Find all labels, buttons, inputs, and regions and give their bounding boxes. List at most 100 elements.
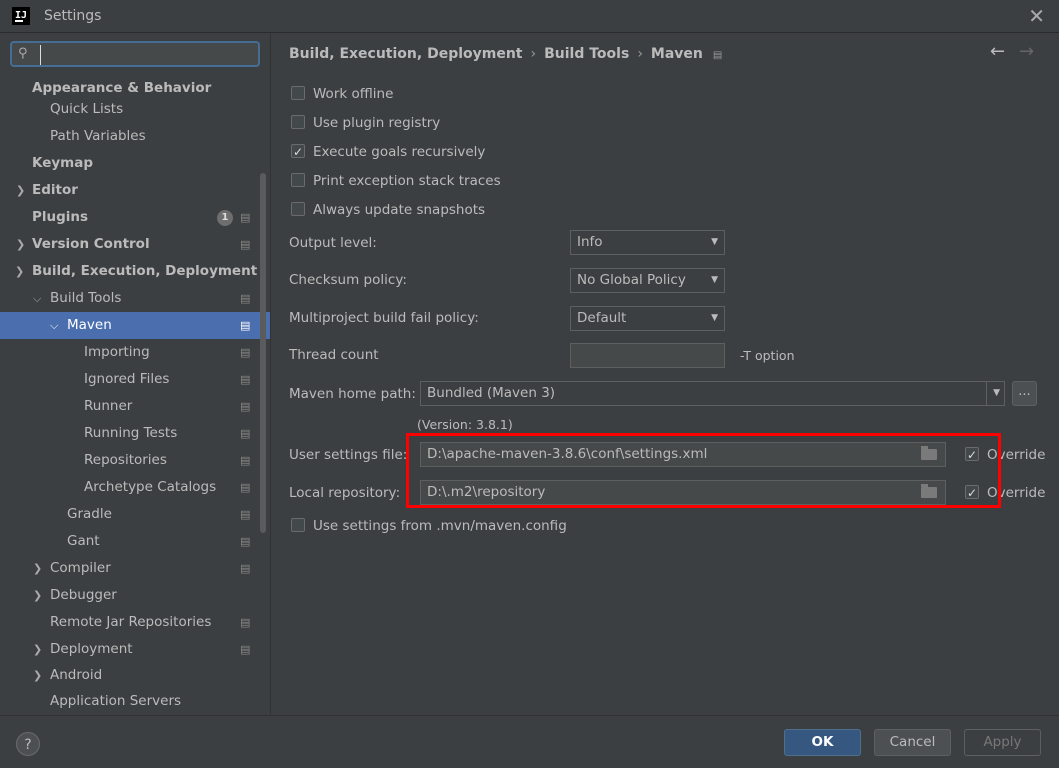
sidebar-item-label: Maven (67, 317, 112, 333)
project-level-icon: ▤ (240, 508, 251, 521)
chevron-right-icon[interactable]: ❯ (33, 555, 42, 582)
sidebar-item-plugins[interactable]: Plugins 1 ▤ (0, 204, 262, 231)
sidebar-item-build-execution-deployment[interactable]: ❯ Build, Execution, Deployment (0, 258, 262, 285)
checksum-policy-dropdown[interactable]: No Global Policy ▼ (570, 268, 725, 293)
sidebar-item-deployment[interactable]: ❯ Deployment ▤ (0, 636, 262, 663)
dropdown-value: Info (577, 234, 603, 250)
checkbox-label: Use settings from .mvn/maven.config (313, 518, 567, 534)
chevron-right-icon[interactable]: ❯ (16, 177, 25, 204)
dropdown-value: Bundled (Maven 3) (427, 385, 556, 401)
sidebar-item-version-control[interactable]: ❯ Version Control ▤ (0, 231, 262, 258)
sidebar-item-path-variables[interactable]: Path Variables (0, 123, 262, 150)
use-plugin-registry-checkbox[interactable] (291, 115, 305, 129)
search-box[interactable]: ⚲ (10, 41, 260, 67)
execute-goals-recursively-checkbox[interactable] (291, 141, 305, 163)
project-level-icon: ▤ (240, 238, 251, 251)
sidebar-item-archetype-catalogs[interactable]: Archetype Catalogs ▤ (0, 474, 262, 501)
settings-sidebar: ⚲ Appearance & Behavior Quick Lists Path… (0, 33, 271, 715)
breadcrumb-item: Maven (650, 46, 703, 62)
sidebar-item-editor[interactable]: ❯ Editor (0, 177, 262, 204)
breadcrumb-item: Build, Execution, Deployment (289, 46, 523, 62)
sidebar-item-label: Running Tests (84, 425, 178, 441)
forward-arrow-icon[interactable]: → (1019, 41, 1034, 62)
sidebar-item-label: Remote Jar Repositories (50, 614, 212, 630)
sidebar-item-label: Quick Lists (50, 101, 124, 117)
sidebar-item-repositories[interactable]: Repositories ▤ (0, 447, 262, 474)
search-icon: ⚲ (18, 46, 28, 61)
sidebar-item-android[interactable]: ❯ Android (0, 662, 262, 689)
sidebar-item-label: Application Servers (50, 693, 182, 709)
chevron-down-icon[interactable]: ⌵ (50, 312, 58, 339)
search-input[interactable] (40, 45, 255, 65)
use-mvn-config-checkbox[interactable] (291, 518, 305, 532)
project-level-icon: ▤ (240, 616, 251, 629)
work-offline-checkbox[interactable] (291, 86, 305, 100)
sidebar-item-maven[interactable]: ⌵ Maven ▤ (0, 312, 270, 339)
dropdown-value: No Global Policy (577, 272, 686, 288)
sidebar-item-ignored-files[interactable]: Ignored Files ▤ (0, 366, 262, 393)
maven-settings-panel: Build, Execution, Deployment › Build Tools… (271, 33, 1059, 715)
sidebar-item-quick-lists[interactable]: Quick Lists (0, 96, 262, 123)
sidebar-item-debugger[interactable]: ❯ Debugger (0, 582, 262, 609)
breadcrumb-separator: › (637, 46, 643, 62)
chevron-down-icon[interactable]: ⌵ (33, 285, 41, 312)
project-level-icon: ▤ (240, 535, 251, 548)
breadcrumb-separator: › (530, 46, 537, 62)
dropdown-value: Default (577, 310, 627, 326)
project-level-icon: ▤ (240, 562, 251, 575)
chevron-down-icon[interactable]: ❯ (15, 258, 24, 285)
project-level-icon: ▤ (240, 211, 251, 224)
project-level-icon: ▤ (240, 319, 251, 332)
ok-button[interactable]: OK (784, 729, 861, 756)
sidebar-item-label: Importing (84, 344, 150, 360)
title-bar: IJ Settings ✕ (0, 0, 1059, 33)
maven-home-path-dropdown[interactable]: Bundled (Maven 3) ▼ (420, 381, 1005, 406)
back-arrow-icon[interactable]: ← (990, 41, 1005, 62)
sidebar-item-runner[interactable]: Runner ▤ (0, 393, 262, 420)
browse-maven-home-button[interactable]: ... (1012, 381, 1037, 406)
print-exception-stack-traces-checkbox[interactable] (291, 173, 305, 187)
sidebar-item-compiler[interactable]: ❯ Compiler ▤ (0, 555, 262, 582)
sidebar-item-label: Version Control (32, 236, 150, 252)
sidebar-item-application-servers[interactable]: Application Servers (0, 688, 262, 715)
sidebar-item-keymap[interactable]: Keymap (0, 150, 262, 177)
window-title: Settings (44, 8, 102, 24)
sidebar-item-gant[interactable]: Gant ▤ (0, 528, 262, 555)
apply-button[interactable]: Apply (964, 729, 1041, 756)
checkbox-label: Use plugin registry (313, 115, 441, 131)
breadcrumb: Build, Execution, Deployment › Build Tools… (289, 46, 722, 62)
chevron-right-icon[interactable]: ❯ (33, 636, 42, 663)
output-level-label: Output level: (289, 235, 377, 251)
multiproject-fail-policy-dropdown[interactable]: Default ▼ (570, 306, 725, 331)
chevron-right-icon[interactable]: ❯ (33, 582, 42, 609)
red-highlight-box (406, 433, 1001, 508)
thread-count-input[interactable] (570, 343, 725, 368)
sidebar-item-label: Editor (32, 182, 78, 198)
sidebar-scrollbar[interactable] (260, 173, 266, 533)
sidebar-item-label: Keymap (32, 155, 94, 171)
sidebar-item-gradle[interactable]: Gradle ▤ (0, 501, 262, 528)
always-update-snapshots-checkbox[interactable] (291, 202, 305, 216)
project-level-icon: ▤ (240, 427, 251, 440)
checksum-policy-label: Checksum policy: (289, 272, 407, 288)
sidebar-item-label: Compiler (50, 560, 111, 576)
local-repository-label: Local repository: (289, 485, 401, 501)
checkbox-label: Execute goals recursively (313, 144, 486, 160)
project-level-icon: ▤ (712, 50, 723, 61)
sidebar-item-build-tools[interactable]: ⌵ Build Tools ▤ (0, 285, 262, 312)
update-count-badge: 1 (217, 210, 233, 226)
dropdown-arrow-icon: ▼ (711, 313, 718, 323)
close-icon[interactable]: ✕ (1028, 4, 1045, 28)
output-level-dropdown[interactable]: Info ▼ (570, 230, 725, 255)
sidebar-item-remote-jar-repositories[interactable]: Remote Jar Repositories ▤ (0, 609, 262, 636)
chevron-right-icon[interactable]: ❯ (33, 662, 42, 689)
cancel-button[interactable]: Cancel (874, 729, 951, 756)
checkbox-label: Always update snapshots (313, 202, 486, 218)
sidebar-item-running-tests[interactable]: Running Tests ▤ (0, 420, 262, 447)
chevron-right-icon[interactable]: ❯ (16, 231, 25, 258)
help-button[interactable]: ? (16, 732, 40, 756)
sidebar-item-importing[interactable]: Importing ▤ (0, 339, 262, 366)
sidebar-item-label: Android (50, 667, 103, 683)
checkbox-label: Work offline (313, 86, 394, 102)
sidebar-item-label: Gradle (67, 506, 112, 522)
